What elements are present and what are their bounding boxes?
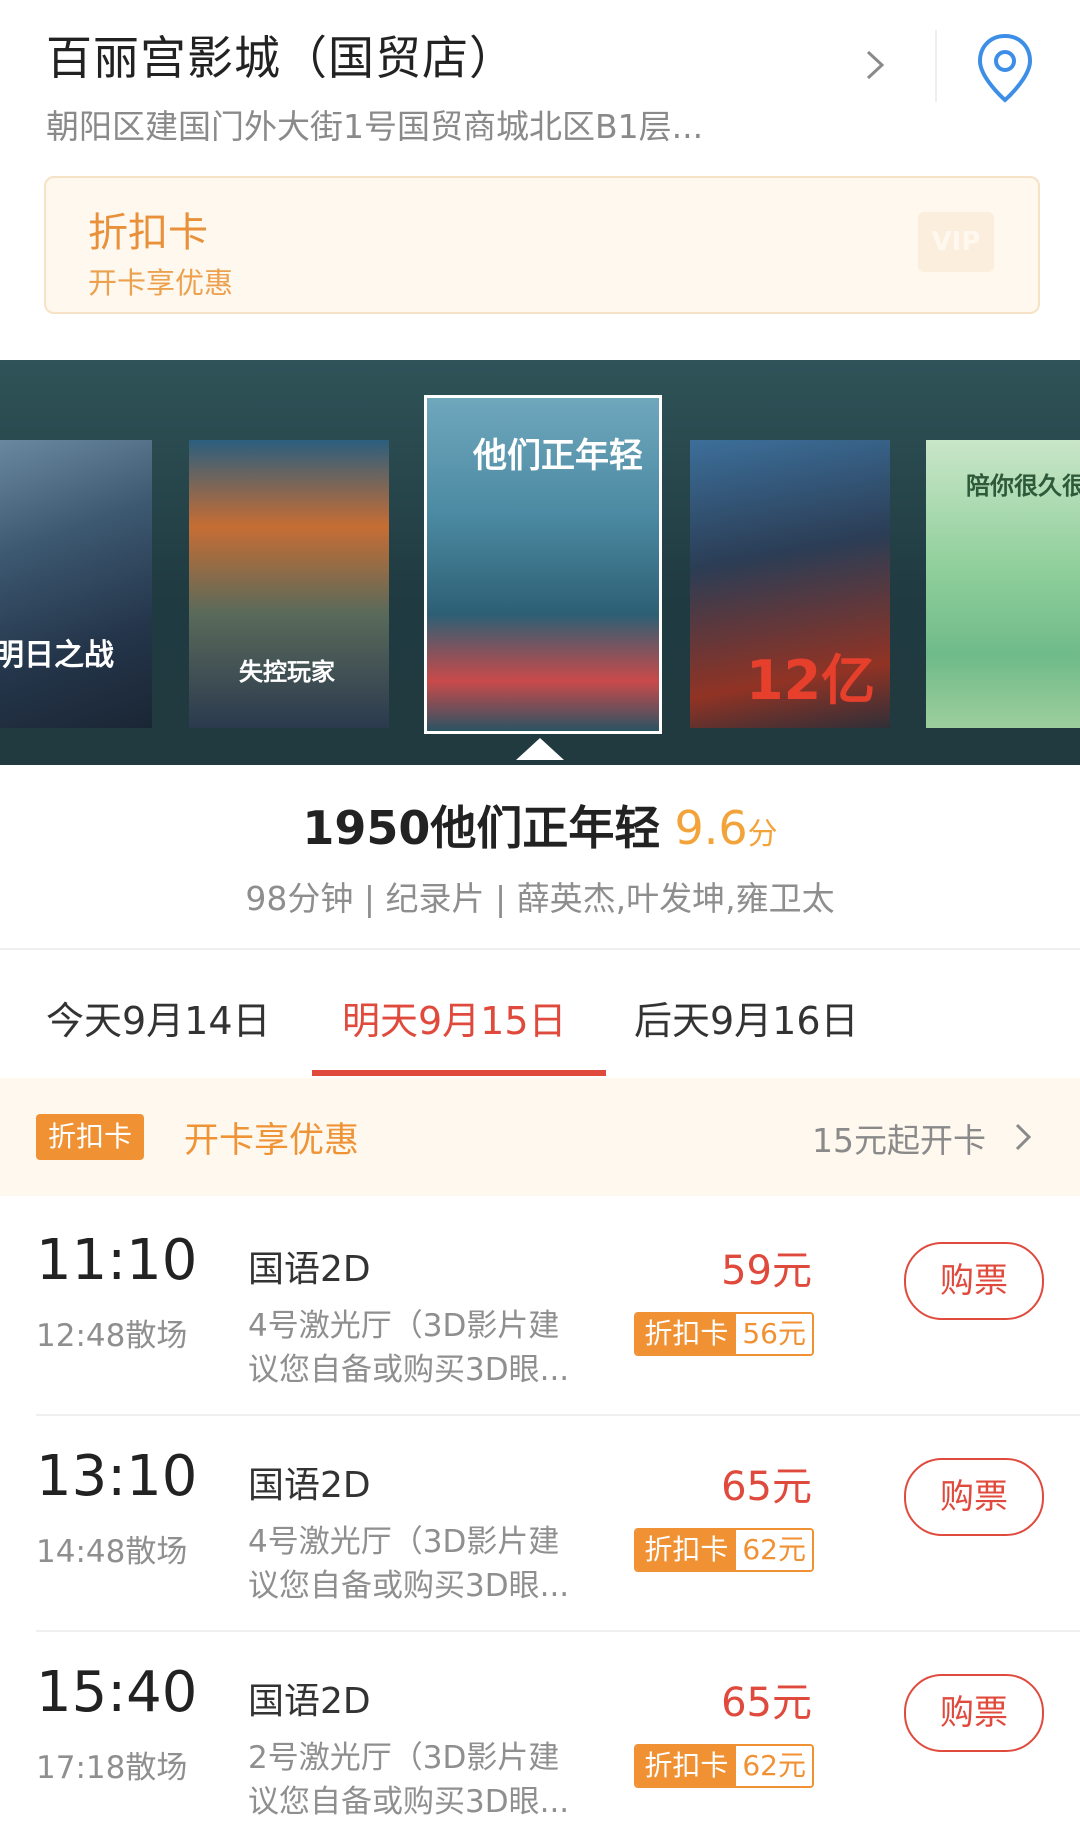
poster-title: 他们正年轻 bbox=[473, 436, 643, 476]
cinema-address: 朝阳区建国门外大街1号国贸商城北区B1层... bbox=[46, 107, 704, 146]
showtime-start: 15:40 bbox=[36, 1660, 198, 1725]
showtime-price: 65元 bbox=[721, 1464, 812, 1510]
promo-text: 开卡享优惠 bbox=[184, 1121, 360, 1161]
poster-item[interactable]: 失控玩家 bbox=[189, 440, 389, 728]
showtime-hall: 2号激光厅（3D影片建议您自备或购买3D眼... bbox=[248, 1740, 570, 1820]
showtime-end: 12:48散场 bbox=[36, 1318, 188, 1354]
discount-tag-price: 62元 bbox=[736, 1530, 812, 1570]
discount-card-banner[interactable]: 折扣卡 开卡享优惠 VIP bbox=[44, 176, 1040, 314]
location-pin-icon[interactable] bbox=[975, 32, 1035, 104]
poster-item-selected[interactable]: 他们正年轻 bbox=[424, 395, 662, 734]
showtime-start: 13:10 bbox=[36, 1444, 198, 1509]
discount-tag-label: 折扣卡 bbox=[636, 1746, 737, 1786]
showtime-hall: 4号激光厅（3D影片建议您自备或购买3D眼... bbox=[248, 1308, 570, 1388]
cinema-header[interactable]: 百丽宫影城（国贸店） 朝阳区建国门外大街1号国贸商城北区B1层... bbox=[0, 0, 1080, 175]
poster-title: 陪你很久很久 bbox=[966, 472, 1080, 500]
selected-indicator bbox=[516, 738, 564, 760]
buy-ticket-button[interactable]: 购票 bbox=[904, 1242, 1044, 1320]
showtime-language: 国语2D bbox=[248, 1681, 371, 1722]
showtime-price: 59元 bbox=[721, 1248, 812, 1294]
discount-tag-label: 折扣卡 bbox=[636, 1314, 737, 1354]
cinema-name: 百丽宫影城（国贸店） bbox=[46, 31, 516, 85]
tab-tomorrow[interactable]: 明天9月15日 bbox=[342, 990, 567, 1045]
active-tab-indicator bbox=[312, 1070, 606, 1076]
promo-price-text: 15元起开卡 bbox=[812, 1121, 986, 1160]
poster-title: 12亿 bbox=[746, 649, 876, 712]
vip-icon: VIP bbox=[918, 212, 994, 272]
discount-price-tag: 折扣卡 62元 bbox=[634, 1744, 814, 1788]
showtime-row[interactable]: 13:10 14:48散场 国语2D 4号激光厅（3D影片建议您自备或购买3D眼… bbox=[0, 1416, 1080, 1632]
discount-tag-price: 56元 bbox=[736, 1314, 812, 1354]
poster-item[interactable]: 陪你很久很久 bbox=[926, 440, 1080, 728]
showtime-end: 14:48散场 bbox=[36, 1534, 188, 1570]
poster-title: 失控玩家 bbox=[239, 658, 335, 686]
poster-item[interactable]: 明日之战 bbox=[0, 440, 152, 728]
showtime-row[interactable]: 15:40 17:18散场 国语2D 2号激光厅（3D影片建议您自备或购买3D眼… bbox=[0, 1632, 1080, 1848]
discount-card-badge: 折扣卡 bbox=[36, 1114, 145, 1160]
discount-card-subtitle: 开卡享优惠 bbox=[88, 266, 234, 300]
showtime-start: 11:10 bbox=[36, 1228, 198, 1293]
chevron-right-icon[interactable] bbox=[858, 48, 892, 82]
discount-promo-bar[interactable]: 折扣卡 开卡享优惠 15元起开卡 bbox=[0, 1078, 1080, 1196]
discount-price-tag: 折扣卡 62元 bbox=[634, 1528, 814, 1572]
poster-carousel[interactable]: 明日之战 失控玩家 他们正年轻 12亿 陪你很久很久 bbox=[0, 360, 1080, 765]
showtime-row[interactable]: 11:10 12:48散场 国语2D 4号激光厅（3D影片建议您自备或购买3D眼… bbox=[0, 1200, 1080, 1416]
chevron-right-icon[interactable] bbox=[1008, 1122, 1038, 1152]
buy-ticket-button[interactable]: 购票 bbox=[904, 1458, 1044, 1536]
date-tabs: 今天9月14日 明天9月15日 后天9月16日 bbox=[0, 950, 1080, 1078]
showtime-end: 17:18散场 bbox=[36, 1750, 188, 1786]
tab-today[interactable]: 今天9月14日 bbox=[46, 990, 271, 1045]
header-separator bbox=[935, 30, 937, 102]
poster-title: 明日之战 bbox=[0, 638, 114, 673]
tab-day-after[interactable]: 后天9月16日 bbox=[634, 990, 859, 1045]
discount-tag-price: 62元 bbox=[736, 1746, 812, 1786]
showtime-hall: 4号激光厅（3D影片建议您自备或购买3D眼... bbox=[248, 1524, 570, 1604]
discount-card-title: 折扣卡 bbox=[88, 210, 208, 256]
showtime-price: 65元 bbox=[721, 1680, 812, 1726]
buy-ticket-button[interactable]: 购票 bbox=[904, 1674, 1044, 1752]
discount-tag-label: 折扣卡 bbox=[636, 1530, 737, 1570]
poster-item[interactable]: 12亿 bbox=[690, 440, 890, 728]
showtime-language: 国语2D bbox=[248, 1249, 371, 1290]
discount-price-tag: 折扣卡 56元 bbox=[634, 1312, 814, 1356]
movie-title-line: 1950他们正年轻 9.6分 bbox=[0, 792, 1080, 858]
movie-title: 1950他们正年轻 bbox=[302, 801, 661, 855]
movie-score: 9.6 bbox=[674, 801, 748, 855]
movie-meta: 98分钟 | 纪录片 | 薛英杰,叶发坤,雍卫太 bbox=[245, 879, 835, 918]
movie-score-unit: 分 bbox=[747, 817, 778, 852]
showtime-language: 国语2D bbox=[248, 1465, 371, 1506]
